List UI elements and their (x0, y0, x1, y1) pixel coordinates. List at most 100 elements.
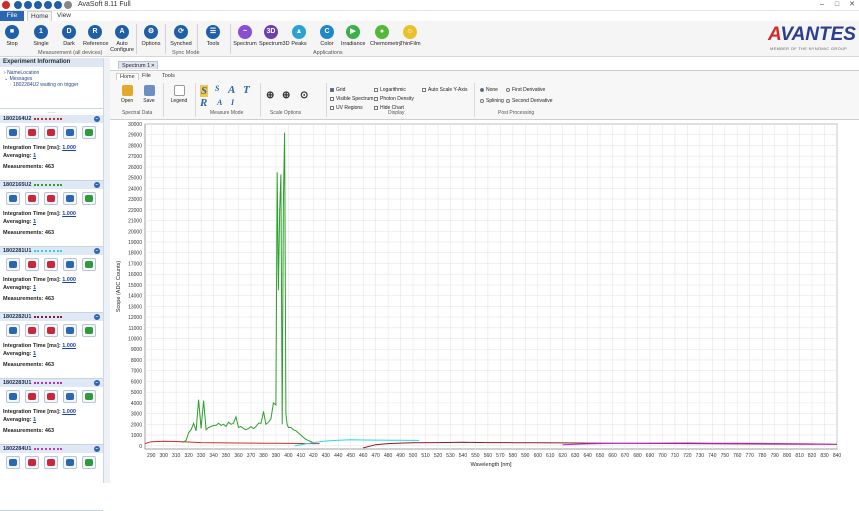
collapse-icon[interactable]: − (94, 116, 100, 122)
power-button[interactable] (82, 324, 96, 337)
settings-button[interactable] (6, 390, 20, 403)
visible-spectrum-checkbox[interactable]: Visible Spectrum (330, 96, 373, 102)
mode-scope-button[interactable]: S (200, 85, 209, 97)
settings-button[interactable] (6, 258, 20, 271)
dark-save-button[interactable] (25, 192, 39, 205)
chemometry-button[interactable]: ● Chemometry (370, 25, 401, 47)
legend-button[interactable]: Legend (168, 85, 190, 104)
synched-button[interactable]: ⟳ Synched (169, 25, 193, 47)
dark-save-button[interactable] (25, 456, 39, 469)
tree-message-item[interactable]: · 1802284U2 waiting on trigger (4, 82, 99, 88)
power-button[interactable] (82, 390, 96, 403)
settings-button[interactable] (6, 324, 20, 337)
mode-absorbance-button[interactable]: A (228, 84, 235, 96)
config-button[interactable] (63, 126, 77, 139)
post-second-derivative-radio[interactable]: Second Derivative (506, 98, 553, 104)
collapse-icon[interactable]: − (94, 446, 100, 452)
averaging-link[interactable]: 1 (33, 351, 36, 357)
spectrum-chart[interactable]: 290 300 310 320 330 340 350 360 370 380 390 400 410 4… (110, 121, 859, 483)
settings-button[interactable] (6, 456, 20, 469)
collapse-icon[interactable]: − (94, 314, 100, 320)
zoom-area-icon[interactable]: ⊕ (282, 90, 290, 101)
reference-save-button[interactable] (44, 126, 58, 139)
close-icon[interactable]: ✕ (845, 0, 859, 10)
power-button[interactable] (82, 258, 96, 271)
spectrometer-header[interactable]: 1802284U1 − (0, 445, 103, 453)
options-button[interactable]: ⚙ Options (139, 25, 163, 47)
spectrometer-header[interactable]: 1802281U1 − (0, 247, 103, 255)
averaging-link[interactable]: 1 (33, 417, 36, 423)
color-button[interactable]: C Color (315, 25, 339, 47)
spectrum3d-button[interactable]: 3D Spectrum3D (259, 25, 290, 47)
mode-reflectance-button[interactable]: R (200, 97, 207, 109)
spectrometer-header[interactable]: 1802282U1 − (0, 313, 103, 321)
zoom-fit-icon[interactable]: ⊕ (266, 90, 274, 101)
settings-button[interactable] (6, 192, 20, 205)
tab-spectrum-1[interactable]: Spectrum 1 ✕ (118, 61, 158, 69)
mode-transmittance-button[interactable]: T (243, 84, 250, 96)
collapse-icon[interactable]: − (94, 182, 100, 188)
quick-dark-icon[interactable] (34, 1, 42, 9)
reference-save-button[interactable] (44, 192, 58, 205)
chart-tab-home[interactable]: Home (116, 73, 139, 80)
post-first-derivative-radio[interactable]: First Derivative (506, 87, 545, 93)
averaging-link[interactable]: 1 (33, 153, 36, 159)
peaks-button[interactable]: ▲ Peaks (287, 25, 311, 47)
spectrum-button[interactable]: ~ Spectrum (233, 25, 257, 47)
chart-tab-tools[interactable]: Tools (162, 73, 175, 79)
zoom-dropdown-icon[interactable]: ⊙ (300, 90, 308, 101)
menu-view[interactable]: View (54, 11, 74, 21)
quick-save-icon[interactable] (54, 1, 62, 9)
power-button[interactable] (82, 192, 96, 205)
photon-density-checkbox[interactable]: Photon Density (374, 96, 414, 102)
menu-home[interactable]: Home (27, 11, 53, 21)
collapse-icon[interactable]: − (94, 248, 100, 254)
mode-absolute-button[interactable]: A (217, 98, 222, 107)
auto-configure-button[interactable]: A Auto Configure (110, 25, 134, 53)
mode-irradiance-button[interactable]: I (231, 98, 234, 107)
averaging-link[interactable]: 1 (33, 219, 36, 225)
quick-reference-icon[interactable] (44, 1, 52, 9)
spectrometer-header[interactable]: 1802164U2 − (0, 115, 103, 123)
integration-time-link[interactable]: 1.000 (62, 409, 76, 415)
dark-button[interactable]: D Dark (57, 25, 81, 47)
single-button[interactable]: 1 Single (29, 25, 53, 47)
tools-button[interactable]: ☰ Tools (201, 25, 225, 47)
stop-button[interactable]: ■ Stop (0, 25, 24, 47)
irradiance-button[interactable]: ▶ Irradiance (341, 25, 365, 47)
open-button[interactable]: Open (116, 85, 138, 104)
power-button[interactable] (82, 126, 96, 139)
integration-time-link[interactable]: 1.000 (62, 145, 76, 151)
grid-checkbox[interactable]: Grid (330, 87, 345, 93)
thinfilm-button[interactable]: ☺ ThinFilm (398, 25, 422, 47)
dark-save-button[interactable] (25, 258, 39, 271)
maximize-icon[interactable]: □ (830, 0, 844, 10)
collapse-icon[interactable]: − (94, 380, 100, 386)
reference-save-button[interactable] (44, 390, 58, 403)
reference-save-button[interactable] (44, 258, 58, 271)
config-button[interactable] (63, 390, 77, 403)
post-none-radio[interactable]: None (480, 87, 498, 93)
auto-scale-y-checkbox[interactable]: Auto Scale Y-Axis (422, 87, 467, 93)
reference-button[interactable]: R Reference (83, 25, 108, 47)
reference-save-button[interactable] (44, 324, 58, 337)
integration-time-link[interactable]: 1.000 (62, 277, 76, 283)
uv-regions-checkbox[interactable]: UV Regions (330, 105, 363, 111)
close-tab-icon[interactable]: ✕ (151, 62, 155, 70)
quick-access-dropdown-icon[interactable] (64, 1, 72, 9)
menu-file[interactable]: File (0, 11, 24, 21)
spectrometer-header[interactable]: 1802165U2 − (0, 181, 103, 189)
averaging-link[interactable]: 1 (33, 285, 36, 291)
save-button[interactable]: Save (138, 85, 160, 104)
config-button[interactable] (63, 324, 77, 337)
settings-button[interactable] (6, 126, 20, 139)
dark-save-button[interactable] (25, 390, 39, 403)
dark-save-button[interactable] (25, 126, 39, 139)
integration-time-link[interactable]: 1.000 (62, 211, 76, 217)
quick-stop-icon[interactable] (14, 1, 22, 9)
spectrum-chart-svg[interactable]: 290 300 310 320 330 340 350 360 370 380 390 400 410 4… (110, 121, 859, 483)
config-button[interactable] (63, 192, 77, 205)
quick-single-icon[interactable] (24, 1, 32, 9)
mode-scope-dark-button[interactable]: S (215, 84, 219, 93)
reference-save-button[interactable] (44, 456, 58, 469)
